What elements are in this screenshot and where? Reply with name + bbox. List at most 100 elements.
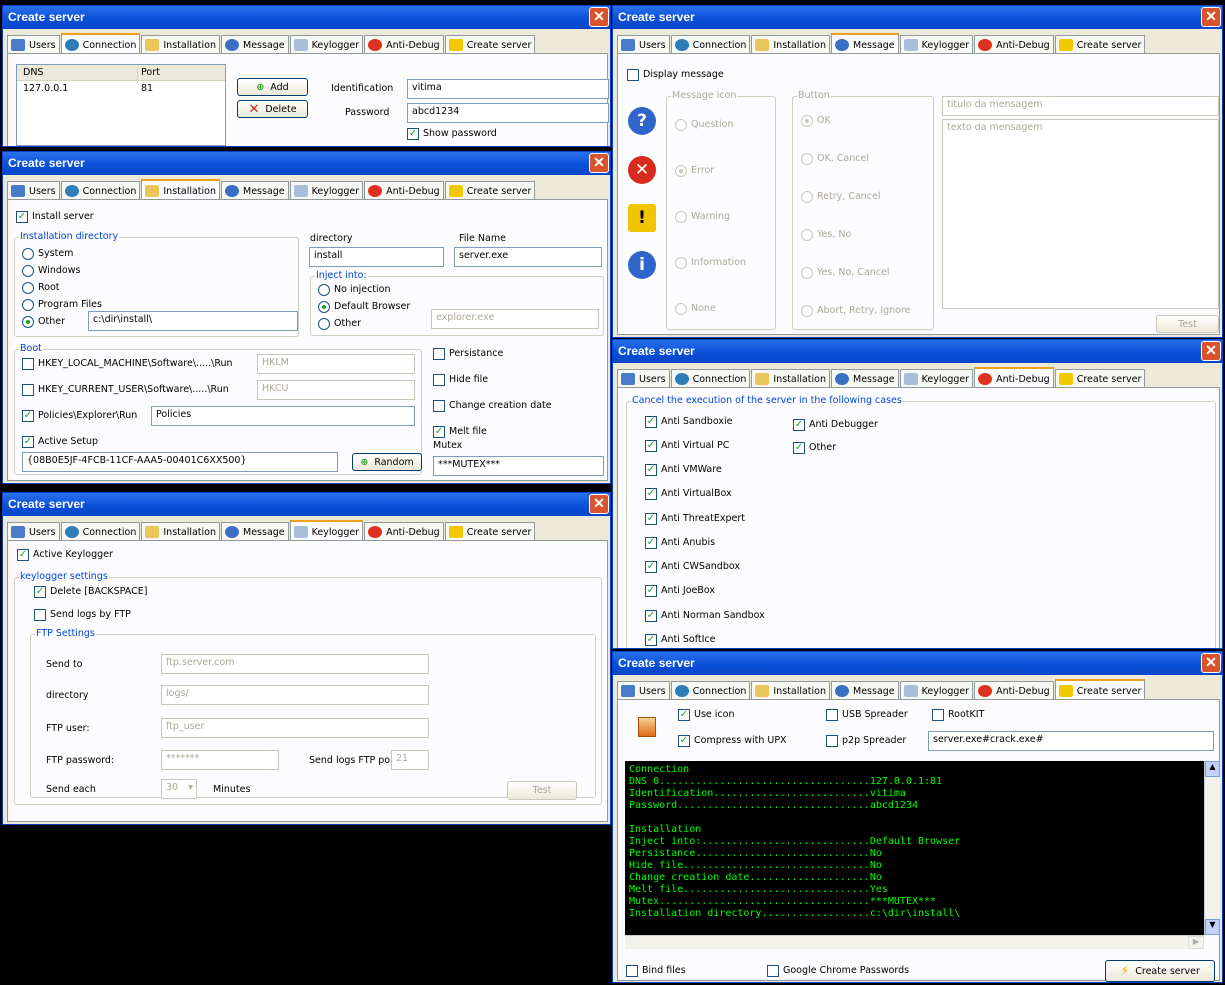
close-button[interactable]: ✕ bbox=[1201, 7, 1221, 27]
create-server-button[interactable]: ⚡ Create server bbox=[1105, 960, 1215, 982]
tab-keylogger[interactable]: Keylogger bbox=[289, 181, 364, 200]
radio-no-injection[interactable] bbox=[318, 284, 330, 296]
tab-create-server[interactable]: Create server bbox=[1054, 35, 1146, 54]
tab-installation[interactable]: Installation bbox=[751, 369, 830, 388]
p2p-spreader-checkbox[interactable] bbox=[826, 735, 838, 747]
tab-keylogger[interactable]: Keylogger bbox=[899, 369, 974, 388]
tab-create-server[interactable]: Create server bbox=[1054, 679, 1146, 701]
send-ftp-checkbox[interactable] bbox=[34, 609, 46, 621]
horizontal-scrollbar[interactable]: ▶ bbox=[625, 935, 1204, 949]
radio-none[interactable] bbox=[675, 303, 687, 315]
persistance-checkbox[interactable] bbox=[433, 348, 445, 360]
mutex-input[interactable]: ***MUTEX*** bbox=[433, 456, 604, 476]
delete-backspace-checkbox[interactable]: ✓ bbox=[34, 586, 46, 598]
tab-users[interactable]: Users bbox=[617, 35, 670, 54]
radio-system[interactable] bbox=[22, 248, 34, 260]
rootkit-checkbox[interactable] bbox=[932, 709, 944, 721]
use-icon-checkbox[interactable]: ✓ bbox=[678, 709, 690, 721]
hide-file-checkbox[interactable] bbox=[433, 374, 445, 386]
tab-anti-debug[interactable]: Anti-Debug bbox=[364, 35, 444, 54]
melt-file-checkbox[interactable]: ✓ bbox=[433, 426, 445, 438]
radio-windows[interactable] bbox=[22, 265, 34, 277]
ftp-directory-input[interactable]: logs/ bbox=[161, 685, 429, 705]
tab-installation[interactable]: Installation bbox=[751, 35, 830, 54]
other-directory-input[interactable]: c:\dir\install\ bbox=[88, 311, 298, 331]
directory-input[interactable]: install bbox=[309, 247, 444, 267]
tab-installation[interactable]: Installation bbox=[751, 681, 830, 700]
tab-create-server[interactable]: Create server bbox=[1054, 369, 1146, 388]
tab-connection[interactable]: Connection bbox=[60, 33, 141, 55]
tab-installation[interactable]: Installation bbox=[141, 35, 220, 54]
anti-threatexpert-checkbox[interactable]: ✓ bbox=[645, 513, 657, 525]
tab-keylogger[interactable]: Keylogger bbox=[899, 681, 974, 700]
tab-message[interactable]: Message bbox=[221, 181, 289, 200]
radio-root[interactable] bbox=[22, 282, 34, 294]
tab-anti-debug[interactable]: Anti-Debug bbox=[974, 367, 1054, 389]
tab-connection[interactable]: Connection bbox=[670, 369, 751, 388]
radio-error[interactable] bbox=[675, 165, 687, 177]
add-button[interactable]: ⊕ Add bbox=[237, 78, 308, 96]
tab-users[interactable]: Users bbox=[7, 35, 60, 54]
install-server-checkbox[interactable]: ✓ bbox=[16, 211, 28, 223]
send-to-input[interactable]: ftp.server.com bbox=[161, 654, 429, 674]
delete-button[interactable]: ✕ Delete bbox=[237, 100, 308, 118]
tab-installation[interactable]: Installation bbox=[141, 522, 220, 541]
radio-ok-cancel[interactable] bbox=[801, 153, 813, 165]
close-button[interactable]: ✕ bbox=[589, 494, 609, 514]
anti-norman-sandbox-checkbox[interactable]: ✓ bbox=[645, 610, 657, 622]
tab-users[interactable]: Users bbox=[617, 681, 670, 700]
inject-other-input[interactable]: explorer.exe bbox=[431, 309, 599, 329]
radio-program-files[interactable] bbox=[22, 299, 34, 311]
tab-create-server[interactable]: Create server bbox=[444, 181, 536, 200]
password-input[interactable]: abcd1234 bbox=[407, 103, 609, 123]
title-bar[interactable]: Create server ✕ bbox=[3, 6, 610, 29]
title-bar[interactable]: Create server ✕ bbox=[613, 652, 1222, 675]
bind-files-checkbox[interactable] bbox=[626, 965, 638, 977]
hklm-checkbox[interactable] bbox=[22, 358, 34, 370]
radio-other[interactable] bbox=[22, 316, 34, 328]
scroll-down-icon[interactable]: ▼ bbox=[1205, 919, 1220, 935]
summary-console[interactable]: Connection DNS 0........................… bbox=[625, 761, 1204, 935]
tab-message[interactable]: Message bbox=[221, 35, 289, 54]
tab-users[interactable]: Users bbox=[7, 522, 60, 541]
anti-virtualbox-checkbox[interactable]: ✓ bbox=[645, 488, 657, 500]
radio-warning[interactable] bbox=[675, 211, 687, 223]
tab-keylogger[interactable]: Keylogger bbox=[899, 35, 974, 54]
tab-connection[interactable]: Connection bbox=[670, 35, 751, 54]
tab-message[interactable]: Message bbox=[831, 369, 899, 388]
tab-connection[interactable]: Connection bbox=[670, 681, 751, 700]
scroll-up-icon[interactable]: ▲ bbox=[1205, 761, 1220, 777]
tab-anti-debug[interactable]: Anti-Debug bbox=[974, 35, 1054, 54]
anti-sandboxie-checkbox[interactable]: ✓ bbox=[645, 416, 657, 428]
random-button[interactable]: ⊕ Random bbox=[352, 453, 422, 471]
radio-yes-no-cancel[interactable] bbox=[801, 267, 813, 279]
hkcu-checkbox[interactable] bbox=[22, 384, 34, 396]
anti-debugger-checkbox[interactable]: ✓ bbox=[793, 419, 805, 431]
title-bar[interactable]: Create server ✕ bbox=[3, 493, 610, 516]
ftp-port-input[interactable]: 21 bbox=[391, 750, 429, 770]
active-setup-checkbox[interactable]: ✓ bbox=[22, 436, 34, 448]
scroll-right-icon[interactable]: ▶ bbox=[1188, 936, 1204, 949]
active-keylogger-checkbox[interactable]: ✓ bbox=[17, 549, 29, 561]
table-row[interactable]: 127.0.0.1 81 bbox=[17, 81, 225, 97]
tab-anti-debug[interactable]: Anti-Debug bbox=[974, 681, 1054, 700]
tab-connection[interactable]: Connection bbox=[60, 522, 141, 541]
title-bar[interactable]: Create server ✕ bbox=[3, 152, 610, 175]
tab-create-server[interactable]: Create server bbox=[444, 35, 536, 54]
anti-other-checkbox[interactable]: ✓ bbox=[793, 442, 805, 454]
radio-abort-retry-ignore[interactable] bbox=[801, 305, 813, 317]
close-button[interactable]: ✕ bbox=[589, 7, 609, 27]
radio-yes-no[interactable] bbox=[801, 229, 813, 241]
anti-anubis-checkbox[interactable]: ✓ bbox=[645, 537, 657, 549]
tab-message[interactable]: Message bbox=[831, 33, 899, 55]
anti-joebox-checkbox[interactable]: ✓ bbox=[645, 585, 657, 597]
message-title-input[interactable]: titulo da mensagem bbox=[942, 96, 1219, 116]
radio-retry-cancel[interactable] bbox=[801, 191, 813, 203]
compress-upx-checkbox[interactable]: ✓ bbox=[678, 735, 690, 747]
column-header-dns[interactable]: DNS bbox=[23, 67, 43, 78]
ftp-test-button[interactable]: Test bbox=[507, 781, 577, 800]
vertical-scrollbar[interactable]: ▲ ▼ bbox=[1204, 761, 1220, 935]
anti-softice-checkbox[interactable]: ✓ bbox=[645, 634, 657, 646]
tab-users[interactable]: Users bbox=[617, 369, 670, 388]
server-filename-input[interactable]: server.exe#crack.exe# bbox=[928, 731, 1214, 751]
